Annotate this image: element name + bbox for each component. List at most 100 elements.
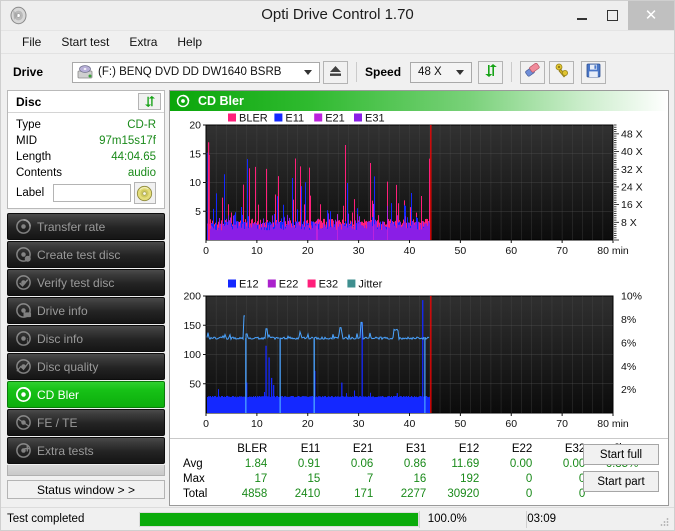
stats-cell: 0.06 <box>350 457 374 470</box>
sidebar-item-transfer-rate[interactable]: Transfer rate <box>7 213 165 240</box>
app-window: Opti Drive Control 1.70 ✕ File Start tes… <box>0 0 675 531</box>
svg-text:80 min: 80 min <box>597 418 629 430</box>
elapsed-time: 03:09 <box>526 510 674 528</box>
svg-text:60: 60 <box>505 245 517 257</box>
svg-text:10%: 10% <box>621 291 642 303</box>
disc-label-row: Label <box>16 182 156 204</box>
save-button[interactable] <box>581 60 607 84</box>
disc-label-label: Label <box>16 187 45 199</box>
start-full-button[interactable]: Start full <box>583 444 659 465</box>
tools-icon <box>554 63 570 81</box>
progress-fill <box>139 512 418 526</box>
svg-text:200: 200 <box>183 291 201 303</box>
stats-col-e11: E11 <box>300 442 321 455</box>
chart-bottom[interactable]: 50 100 150 200 0 10 20 30 40 50 60 70 80 min 2% 4% 6% 8%… <box>170 274 668 438</box>
sidebar-item-disc-quality[interactable]: Disc quality <box>7 353 165 380</box>
sidebar-item-drive-info[interactable]: Drive info <box>7 297 165 324</box>
tools-button[interactable] <box>549 60 575 84</box>
menu-file[interactable]: File <box>13 33 50 51</box>
drive-label: Drive <box>13 65 44 79</box>
window-controls: ✕ <box>566 1 674 30</box>
stats-cell: 30920 <box>447 487 480 500</box>
svg-text:10: 10 <box>251 245 263 257</box>
svg-text:30: 30 <box>353 245 365 257</box>
status-window-label: Status window > > <box>36 482 136 497</box>
cd-bler-e12-jitter-chart[interactable]: 50 100 150 200 0 10 20 30 40 50 60 70 80 min 2% 4% 6% 8%… <box>170 274 668 438</box>
stats-col-e32: E32 <box>564 442 586 455</box>
sidebar-item-label: Disc quality <box>37 359 99 374</box>
stats-cell: 7 <box>366 472 374 485</box>
eject-button[interactable] <box>323 60 349 84</box>
svg-text:80 min: 80 min <box>597 245 629 257</box>
disc-label-input[interactable] <box>52 184 131 202</box>
stats-panel: BLER E11 E21 E31 E12 E22 E32 Jitter Avg <box>170 438 668 505</box>
menu-extra[interactable]: Extra <box>120 33 166 51</box>
chart-panel: CD Bler 5 10 15 20 0 10 20 30 40 50 60 70 80 min 8 X1… <box>169 90 669 506</box>
svg-text:50: 50 <box>455 245 467 257</box>
status-window-button[interactable]: Status window > > <box>7 480 165 499</box>
chart-panel-title: CD Bler <box>198 94 244 108</box>
sidebar-item-fe-te[interactable]: FE / TE <box>7 409 165 436</box>
svg-text:15: 15 <box>189 148 201 160</box>
menu-help[interactable]: Help <box>168 33 211 51</box>
cd-bler-error-chart[interactable]: 5 10 15 20 0 10 20 30 40 50 60 70 80 min 8 X 16 X 24 X 3… <box>170 111 668 274</box>
speed-select[interactable]: 48 X <box>410 61 473 83</box>
sidebar-footer-strip <box>7 465 165 476</box>
stats-cell: 171 <box>354 487 374 500</box>
start-part-button[interactable]: Start part <box>583 471 659 492</box>
chevron-down-icon <box>304 70 313 75</box>
cd-icon <box>137 185 153 201</box>
sidebar-item-verify-test-disc[interactable]: Verify test disc <box>7 269 165 296</box>
disc-verify-icon <box>15 274 32 291</box>
status-message: Test completed <box>7 513 85 525</box>
refresh-icon <box>483 63 499 81</box>
stats-cell: 0 <box>578 487 586 500</box>
disc-properties: Type CD-R MID 97m15s17f Length 44:04.65 … <box>8 113 164 208</box>
svg-text:24 X: 24 X <box>621 182 643 194</box>
toolbar: Drive (F:) BENQ DVD DD DW1640 BSRB Speed… <box>1 54 674 90</box>
svg-text:50: 50 <box>189 378 201 390</box>
svg-text:20: 20 <box>302 245 314 257</box>
toolbar-divider-2 <box>511 62 513 82</box>
sidebar-item-disc-info[interactable]: i Disc info <box>7 325 165 352</box>
stats-row-label: Total <box>183 487 208 500</box>
stats-row-label: Max <box>183 472 205 485</box>
menu-start-test[interactable]: Start test <box>52 33 118 51</box>
svg-text:70: 70 <box>556 418 568 430</box>
svg-text:60: 60 <box>505 418 517 430</box>
stats-cell: 2410 <box>294 487 321 500</box>
svg-text:50: 50 <box>455 418 467 430</box>
disc-refresh-button[interactable] <box>138 93 161 110</box>
sidebar-item-cd-bler[interactable]: CD Bler <box>7 381 165 408</box>
refresh-speed-button[interactable] <box>478 60 504 84</box>
sidebar-item-create-test-disc[interactable]: Create test disc <box>7 241 165 268</box>
sidebar-item-extra-tests[interactable]: Extra tests <box>7 437 165 464</box>
disc-type-label: Type <box>16 119 41 131</box>
eject-icon <box>328 64 343 81</box>
stats-cell: 192 <box>460 472 480 485</box>
start-full-label: Start full <box>599 448 643 461</box>
drive-select[interactable]: (F:) BENQ DVD DD DW1640 BSRB <box>72 61 321 83</box>
disc-quality-icon <box>15 358 32 375</box>
svg-text:8 X: 8 X <box>621 217 637 229</box>
maximize-button[interactable] <box>597 1 628 30</box>
minimize-button[interactable] <box>566 1 597 30</box>
svg-text:E12: E12 <box>239 278 259 290</box>
stats-col-bler: BLER <box>237 442 268 455</box>
svg-text:BLER: BLER <box>239 112 268 124</box>
svg-text:0: 0 <box>203 418 209 430</box>
svg-text:4%: 4% <box>621 361 636 373</box>
close-button[interactable]: ✕ <box>628 1 674 30</box>
resize-grip-icon[interactable] <box>659 516 670 527</box>
svg-text:i: i <box>26 336 28 346</box>
stats-corner <box>180 441 217 456</box>
left-panel: Disc Type CD-R MID 97m15s17f Length 44:0… <box>7 90 165 499</box>
table-row: Max 17 15 7 16 192 0 0 8.3% <box>180 471 641 486</box>
disc-label-read-button[interactable] <box>133 182 156 204</box>
refresh-icon <box>144 95 155 108</box>
erase-button[interactable] <box>520 60 546 84</box>
disc-row-mid: MID 97m15s17f <box>16 133 156 149</box>
chart-top[interactable]: 5 10 15 20 0 10 20 30 40 50 60 70 80 min 8 X 16 X 24 X 3… <box>170 111 668 274</box>
status-bar: Test completed 100.0% 03:09 <box>1 507 674 530</box>
table-row: Avg 1.84 0.91 0.06 0.86 11.69 0.00 0.00 … <box>180 456 641 471</box>
